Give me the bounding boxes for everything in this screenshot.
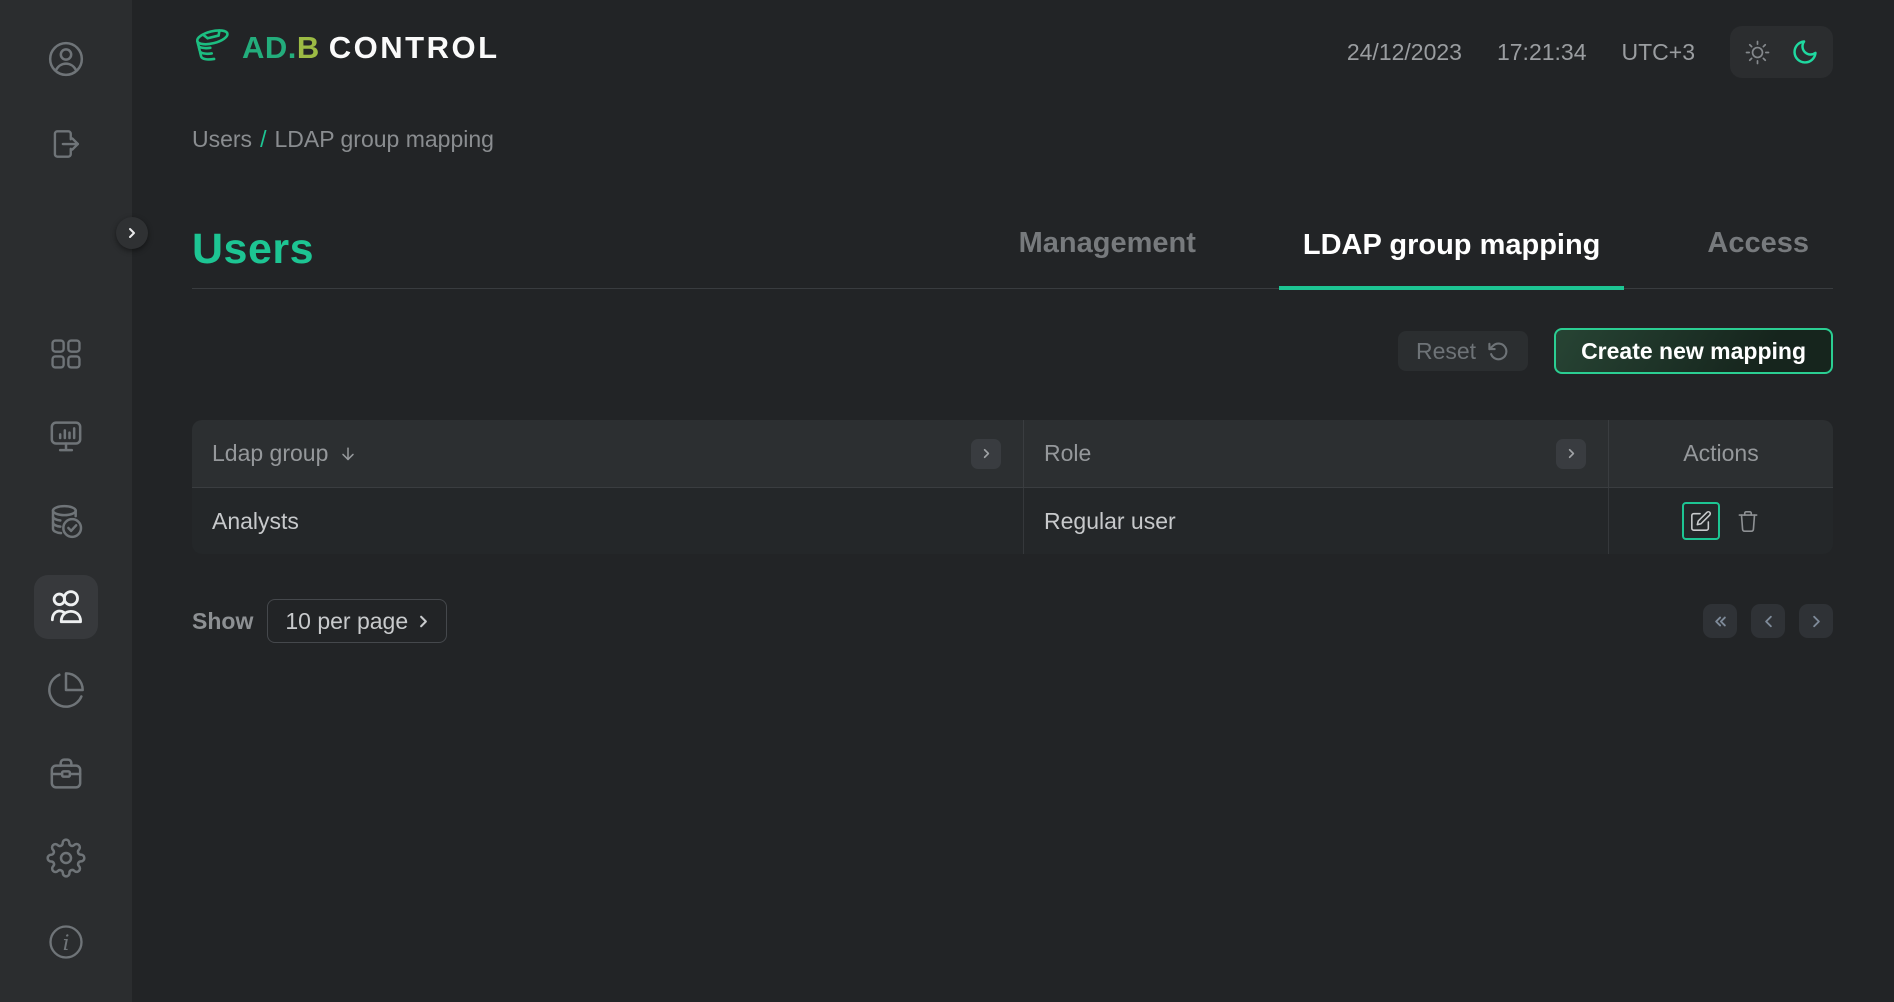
cell-ldap-group: Analysts — [192, 488, 1024, 554]
tab-ldap-group-mapping[interactable]: LDAP group mapping — [1279, 229, 1625, 290]
chevron-right-icon — [1564, 446, 1579, 461]
svg-text:i: i — [63, 931, 70, 956]
role-column-expand-button[interactable] — [1556, 439, 1586, 469]
chevron-right-icon — [414, 612, 433, 631]
ldap-group-column-expand-button[interactable] — [971, 439, 1001, 469]
show-label: Show — [192, 608, 253, 635]
sidebar-expand-button[interactable] — [116, 217, 148, 249]
tab-bar: Management LDAP group mapping Access — [936, 180, 1833, 288]
show-per-page-group: Show 10 per page — [192, 599, 447, 643]
table-footer: Show 10 per page — [192, 599, 1833, 643]
pagination-first-button[interactable] — [1703, 604, 1737, 638]
gear-icon[interactable] — [46, 838, 86, 878]
sun-icon[interactable] — [1744, 39, 1771, 66]
title-row: Users Management LDAP group mapping Acce… — [192, 180, 1833, 289]
create-new-mapping-button[interactable]: Create new mapping — [1554, 328, 1833, 374]
breadcrumb-users[interactable]: Users — [192, 126, 252, 152]
delete-mapping-button[interactable] — [1735, 508, 1761, 534]
moon-icon[interactable] — [1791, 38, 1819, 66]
table-header-row: Ldap group Role Actions — [192, 420, 1833, 488]
reset-label: Reset — [1416, 338, 1476, 365]
rotate-ccw-icon — [1487, 340, 1510, 363]
chevron-right-icon — [1807, 612, 1826, 631]
role-header-label: Role — [1044, 440, 1091, 467]
toolbar: Reset Create new mapping — [1398, 328, 1833, 374]
page-title: Users — [192, 225, 314, 274]
app-logo: AD.BCONTROL — [190, 24, 500, 72]
breadcrumb-current: LDAP group mapping — [274, 126, 494, 152]
info-icon[interactable]: i — [46, 922, 86, 962]
sidebar: i — [0, 0, 132, 1002]
database-logo-icon — [190, 24, 240, 72]
current-time: 17:21:34 — [1497, 39, 1587, 66]
chevrons-left-icon — [1711, 612, 1730, 631]
ldap-group-header-label: Ldap group — [212, 440, 328, 467]
chevron-left-icon — [1759, 612, 1778, 631]
current-date: 24/12/2023 — [1347, 39, 1462, 66]
theme-toggle[interactable] — [1730, 26, 1833, 78]
pie-chart-icon[interactable] — [46, 670, 86, 710]
breadcrumb: Users / LDAP group mapping — [192, 126, 494, 153]
per-page-value: 10 per page — [285, 608, 408, 635]
cell-actions — [1609, 488, 1833, 554]
pagination — [1703, 604, 1833, 638]
column-header-role: Role — [1024, 420, 1609, 488]
pagination-prev-button[interactable] — [1751, 604, 1785, 638]
table-row: Analysts Regular user — [192, 488, 1833, 554]
ldap-mapping-table: Ldap group Role Actions Analysts Regular… — [192, 420, 1833, 554]
trash-icon — [1735, 508, 1761, 534]
edit-pencil-icon — [1690, 510, 1712, 532]
dashboard-grid-icon[interactable] — [46, 334, 86, 374]
chevron-right-icon — [979, 446, 994, 461]
reset-button[interactable]: Reset — [1398, 331, 1528, 371]
actions-header-label: Actions — [1683, 440, 1758, 467]
monitor-chart-icon[interactable] — [46, 416, 86, 456]
logout-icon[interactable] — [46, 124, 86, 164]
column-header-actions: Actions — [1609, 420, 1833, 488]
sort-desc-icon[interactable] — [338, 444, 358, 464]
tab-management[interactable]: Management — [995, 227, 1220, 288]
users-icon[interactable] — [34, 575, 98, 639]
timezone: UTC+3 — [1622, 39, 1696, 66]
header-meta: 24/12/2023 17:21:34 UTC+3 — [1347, 26, 1833, 78]
pagination-next-button[interactable] — [1799, 604, 1833, 638]
breadcrumb-separator: / — [260, 126, 266, 152]
edit-mapping-button[interactable] — [1682, 502, 1720, 540]
profile-icon[interactable] — [46, 39, 86, 79]
cell-role: Regular user — [1024, 488, 1609, 554]
per-page-dropdown[interactable]: 10 per page — [267, 599, 447, 643]
database-check-icon[interactable] — [46, 502, 86, 542]
briefcase-icon[interactable] — [46, 754, 86, 794]
app-title: AD.BCONTROL — [242, 30, 500, 66]
tab-access[interactable]: Access — [1683, 227, 1833, 288]
column-header-ldap-group: Ldap group — [192, 420, 1024, 488]
